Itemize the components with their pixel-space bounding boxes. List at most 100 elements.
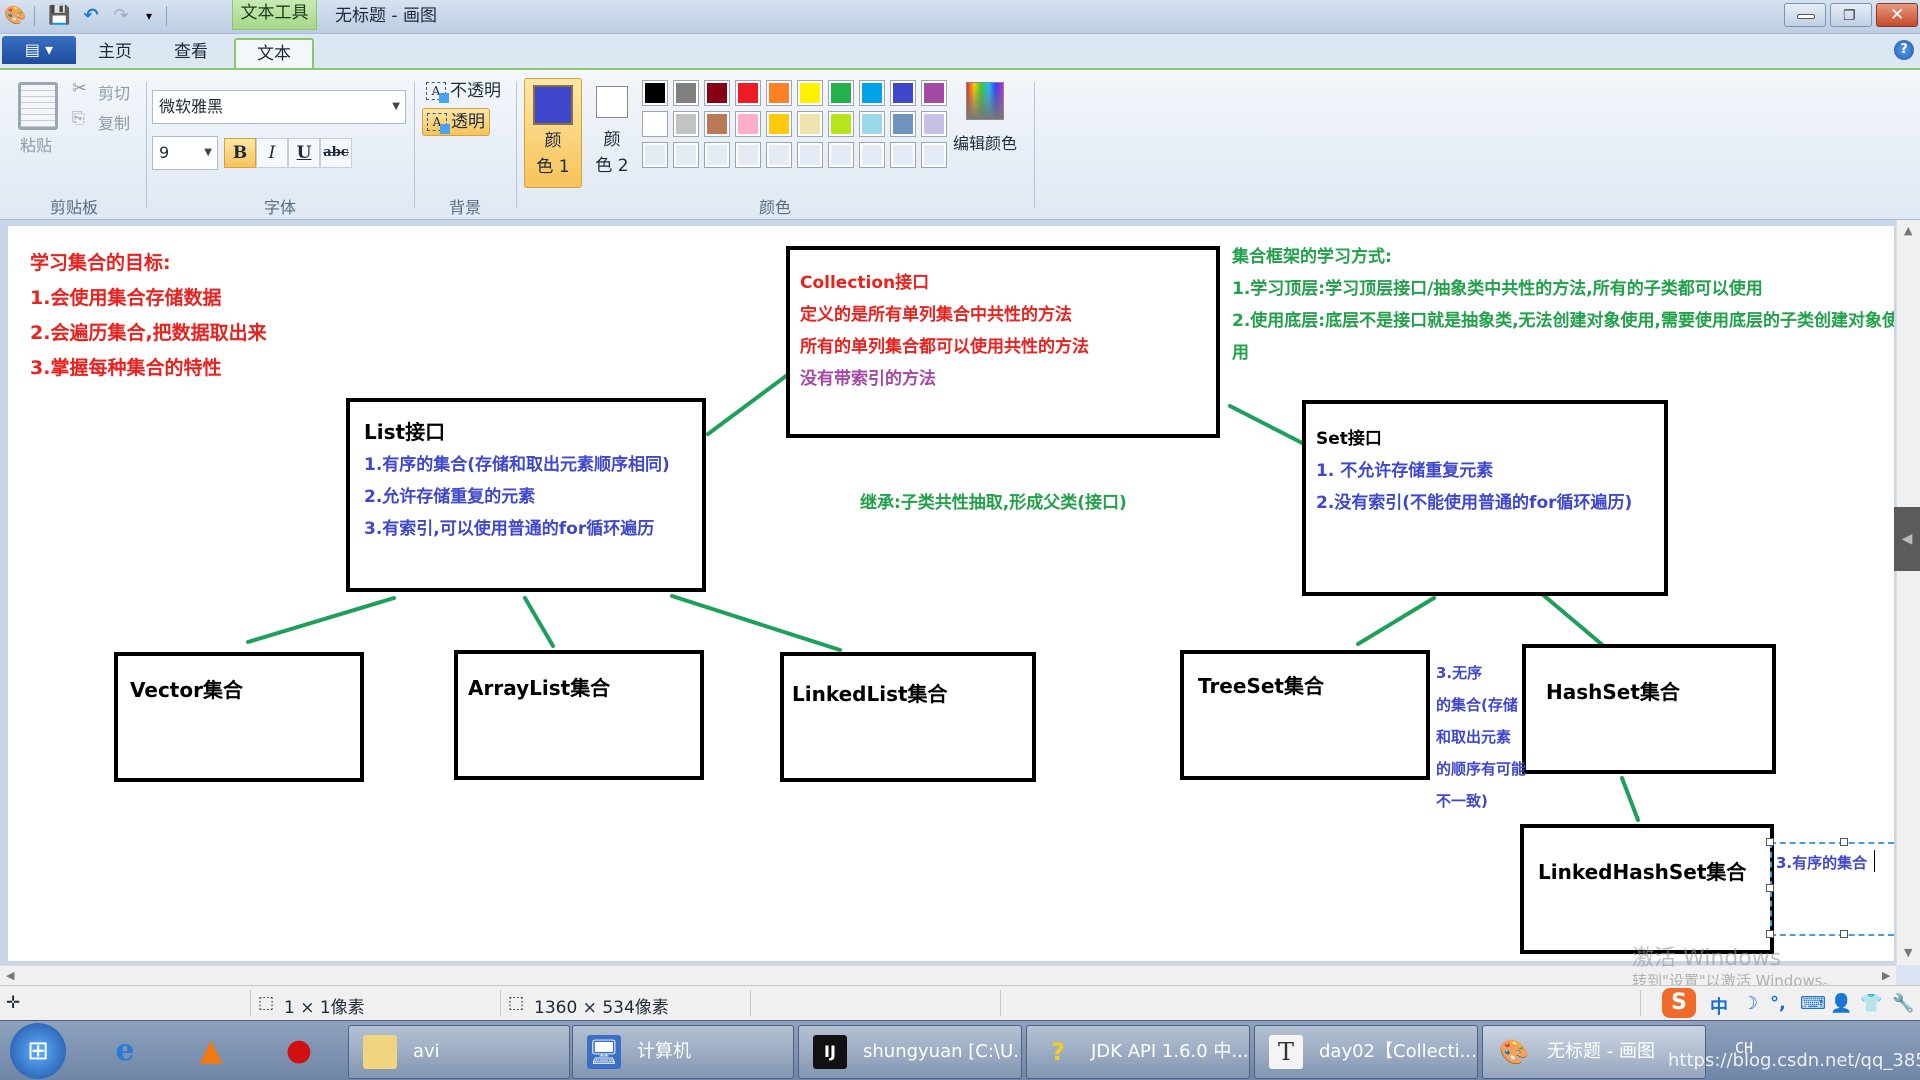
- custom-color-slot[interactable]: [735, 142, 761, 168]
- scroll-down-icon[interactable]: ▼: [1904, 946, 1912, 959]
- drawing-canvas[interactable]: 学习集合的目标: 1.会使用集合存储数据 2.会遍历集合,把数据取出来 3.掌握…: [8, 226, 1894, 961]
- color1-button[interactable]: 颜 色 1: [524, 78, 582, 188]
- palette-color-swatch[interactable]: [797, 80, 823, 106]
- resize-handle[interactable]: [1766, 838, 1774, 846]
- set-title: Set接口: [1316, 429, 1382, 449]
- opaque-button[interactable]: A 不透明: [422, 78, 506, 106]
- italic-button[interactable]: I: [256, 138, 288, 168]
- custom-color-slot[interactable]: [828, 142, 854, 168]
- close-button[interactable]: ✕: [1876, 3, 1918, 27]
- taskbar-task-typora[interactable]: T day02【Collecti...: [1254, 1025, 1478, 1079]
- scroll-right-icon[interactable]: ▶: [1882, 969, 1890, 982]
- palette-color-swatch[interactable]: [673, 80, 699, 106]
- editing-text[interactable]: 3.有序的集合: [1776, 852, 1867, 873]
- palette-color-swatch[interactable]: [859, 80, 885, 106]
- custom-color-slot[interactable]: [704, 142, 730, 168]
- taskbar-task-intellij[interactable]: IJ shungyuan [C:\U...: [798, 1025, 1022, 1079]
- taskbar-task-jdk-api[interactable]: ? JDK API 1.6.0 中...: [1026, 1025, 1250, 1079]
- palette-color-swatch[interactable]: [735, 80, 761, 106]
- ime-keyboard-icon[interactable]: ⌨: [1800, 993, 1826, 1014]
- sogou-ime-icon[interactable]: S: [1662, 988, 1696, 1018]
- ime-skin-icon[interactable]: 👕: [1860, 993, 1882, 1014]
- palette-color-swatch[interactable]: [797, 111, 823, 137]
- palette-color-swatch[interactable]: [859, 111, 885, 137]
- collection-line: 所有的单列集合都可以使用共性的方法: [800, 337, 1089, 357]
- tab-view[interactable]: 查看: [158, 38, 224, 68]
- bold-button[interactable]: B: [224, 138, 256, 168]
- edit-colors-button[interactable]: 编辑颜色: [953, 130, 1017, 154]
- custom-color-slot[interactable]: [642, 142, 668, 168]
- scroll-left-icon[interactable]: ◀: [6, 969, 14, 982]
- custom-color-slot[interactable]: [890, 142, 916, 168]
- palette-color-swatch[interactable]: [921, 111, 947, 137]
- resize-handle[interactable]: [1840, 838, 1848, 846]
- divider: [1000, 990, 1001, 1016]
- custom-color-slot[interactable]: [673, 142, 699, 168]
- resize-handle[interactable]: [1840, 930, 1848, 938]
- paint-app-icon[interactable]: 🎨: [4, 5, 26, 27]
- palette-color-swatch[interactable]: [673, 111, 699, 137]
- text-edit-box[interactable]: 3.有序的集合: [1770, 842, 1894, 936]
- custom-color-slot[interactable]: [766, 142, 792, 168]
- divider: [500, 990, 501, 1016]
- ime-halfwidth-icon[interactable]: ☽: [1742, 993, 1758, 1014]
- copy-button[interactable]: 复制: [98, 110, 130, 134]
- palette-color-swatch[interactable]: [921, 80, 947, 106]
- paint-menu-button[interactable]: ▤ ▾: [2, 36, 76, 64]
- taskbar-task-computer[interactable]: 🖥 计算机: [572, 1025, 794, 1079]
- palette-color-swatch[interactable]: [766, 111, 792, 137]
- start-button[interactable]: ⊞: [10, 1023, 66, 1079]
- custom-color-slot[interactable]: [797, 142, 823, 168]
- help-icon[interactable]: ?: [1894, 40, 1914, 60]
- cut-button[interactable]: 剪切: [98, 80, 130, 104]
- vertical-scrollbar[interactable]: ▲ ▼: [1896, 220, 1920, 965]
- custom-color-slot[interactable]: [859, 142, 885, 168]
- collection-line: 定义的是所有单列集合中共性的方法: [800, 305, 1072, 325]
- internet-explorer-icon[interactable]: e: [100, 1027, 150, 1075]
- set-line: 2.没有索引(不能使用普通的for循环遍历): [1316, 493, 1633, 513]
- ime-chinese-mode-icon[interactable]: 中: [1710, 993, 1728, 1019]
- save-icon[interactable]: 💾: [48, 5, 70, 27]
- palette-color-swatch[interactable]: [735, 111, 761, 137]
- font-size-select[interactable]: 9 ▼: [152, 136, 218, 170]
- customize-toolbar-icon[interactable]: ▾: [138, 5, 160, 27]
- palette-color-swatch[interactable]: [766, 80, 792, 106]
- restore-button[interactable]: ❐: [1830, 3, 1872, 27]
- palette-color-swatch[interactable]: [642, 80, 668, 106]
- palette-color-swatch[interactable]: [704, 80, 730, 106]
- undo-icon[interactable]: ↶: [80, 5, 102, 27]
- minimize-button[interactable]: [1784, 3, 1826, 27]
- tab-home[interactable]: 主页: [82, 38, 148, 68]
- side-panel-toggle[interactable]: ◀: [1894, 507, 1920, 571]
- palette-color-swatch[interactable]: [890, 80, 916, 106]
- font-size-value: 9: [159, 143, 170, 162]
- set-line: 1. 不允许存储重复元素: [1316, 461, 1494, 481]
- custom-color-slot[interactable]: [921, 142, 947, 168]
- taskbar-task-avi[interactable]: avi: [348, 1025, 570, 1079]
- edit-colors-icon[interactable]: [966, 82, 1004, 120]
- palette-color-swatch[interactable]: [828, 111, 854, 137]
- paste-button-label[interactable]: 粘贴: [20, 132, 52, 156]
- ime-settings-icon[interactable]: 🔧: [1892, 993, 1914, 1014]
- ime-punctuation-icon[interactable]: °,: [1770, 993, 1786, 1014]
- underline-button[interactable]: U: [288, 138, 320, 168]
- palette-color-swatch[interactable]: [704, 111, 730, 137]
- palette-color-swatch[interactable]: [890, 111, 916, 137]
- color2-button[interactable]: [596, 86, 628, 118]
- font-family-select[interactable]: 微软雅黑 ▼: [152, 90, 406, 124]
- redo-icon[interactable]: ↷: [110, 5, 132, 27]
- palette-color-swatch[interactable]: [642, 111, 668, 137]
- horizontal-scrollbar[interactable]: ◀ ▶: [0, 965, 1896, 985]
- paste-icon[interactable]: [18, 82, 58, 130]
- strikethrough-button[interactable]: abc: [320, 138, 352, 168]
- scroll-up-icon[interactable]: ▲: [1904, 224, 1912, 237]
- recorder-icon[interactable]: ●: [274, 1027, 324, 1075]
- resize-handle[interactable]: [1766, 884, 1774, 892]
- tab-text[interactable]: 文本: [234, 38, 314, 68]
- palette-color-swatch[interactable]: [828, 80, 854, 106]
- resize-handle[interactable]: [1766, 930, 1774, 938]
- transparent-button[interactable]: A 透明: [422, 108, 490, 136]
- vlc-icon[interactable]: ▲: [186, 1027, 236, 1075]
- task-label: 无标题 - 画图: [1547, 1041, 1655, 1062]
- ime-user-icon[interactable]: 👤: [1830, 993, 1852, 1014]
